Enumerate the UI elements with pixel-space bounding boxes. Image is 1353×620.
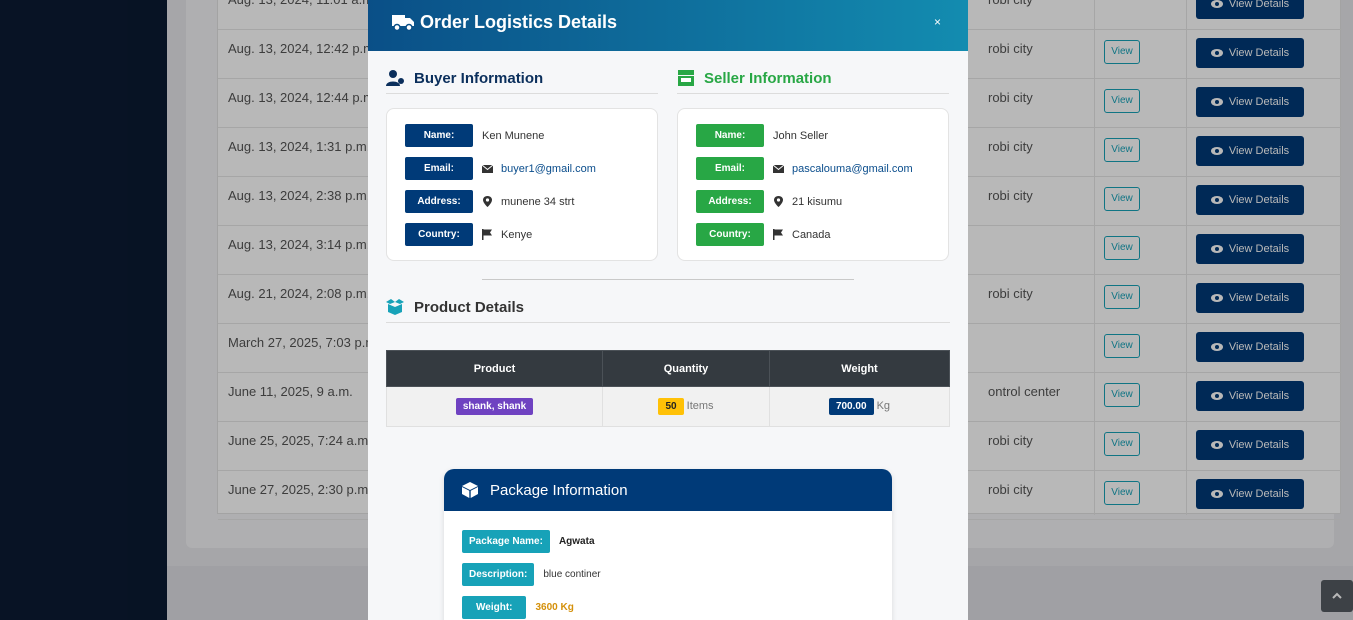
package-card: Package Information Package Name: Agwata… [444,469,892,620]
buyer-name: Ken Munene [482,129,545,142]
seller-heading-rule [677,93,949,94]
buyer-country: Kenye [501,228,533,241]
buyer-name-label: Name: [405,124,473,147]
package-description-row: Description: blue continer [462,563,601,586]
seller-country: Canada [792,228,831,241]
product-heading-rule [386,322,950,323]
buyer-country-row: Country: Kenye [405,223,532,246]
col-product: Product [386,350,603,387]
buyer-country-label: Country: [405,223,473,246]
product-name-badge: shank, shank [455,398,534,415]
modal-title: Order Logistics Details [420,12,618,32]
boxes-icon [386,299,404,315]
buyer-address-label: Address: [405,190,473,213]
box-icon [462,482,478,498]
envelope-icon [482,164,493,173]
close-button[interactable]: × [934,15,941,29]
buyer-email-label: Email: [405,157,473,180]
weight-badge: 700.00 [828,398,874,415]
seller-name: John Seller [773,129,829,142]
truck-icon [392,15,414,31]
seller-address-row: Address: 21 kisumu [696,190,842,213]
quantity-unit: Items [686,400,714,412]
map-marker-icon [774,196,783,207]
buyer-card: Name: Ken Munene Email: buyer1@gmail.com… [386,108,658,261]
seller-email-row: Email: pascalouma@gmail.com [696,157,913,180]
seller-email-label: Email: [696,157,764,180]
package-weight: 3600 Kg [535,602,574,613]
package-header: Package Information [444,469,892,511]
seller-name-row: Name: John Seller [696,124,828,147]
buyer-address-row: Address: munene 34 strt [405,190,574,213]
buyer-heading: Buyer Information [414,70,544,87]
envelope-icon [773,164,784,173]
seller-address: 21 kisumu [792,195,843,208]
product-table-header: Product Quantity Weight [386,350,950,387]
user-icon [386,70,404,86]
package-weight-label: Weight: [462,596,527,619]
package-name-row: Package Name: Agwata [462,530,595,553]
seller-country-label: Country: [696,223,764,246]
buyer-heading-rule [386,93,658,94]
quantity-badge: 50 [658,398,684,415]
package-name: Agwata [558,536,595,547]
seller-name-label: Name: [696,124,764,147]
map-marker-icon [483,196,492,207]
seller-country-row: Country: Canada [696,223,831,246]
buyer-address: munene 34 strt [501,195,575,208]
flag-icon [773,229,783,240]
seller-email-link[interactable]: pascalouma@gmail.com [792,163,913,175]
buyer-email-row: Email: buyer1@gmail.com [405,157,596,180]
seller-card: Name: John Seller Email: pascalouma@gmai… [677,108,949,261]
modal-header: Order Logistics Details × [368,0,968,51]
package-heading: Package Information [490,481,628,499]
seller-heading: Seller Information [704,70,832,87]
package-name-label: Package Name: [462,530,550,553]
order-logistics-modal: Order Logistics Details × Buyer Informat… [368,0,968,620]
weight-unit: Kg [876,400,891,412]
package-description: blue continer [543,569,601,580]
col-weight: Weight [769,350,950,387]
buyer-name-row: Name: Ken Munene [405,124,544,147]
flag-icon [482,229,492,240]
seller-address-label: Address: [696,190,764,213]
package-weight-row: Weight: 3600 Kg [462,596,574,619]
table-row: shank, shank 50 Items 700.00 Kg [386,386,950,427]
section-divider [482,279,854,280]
buyer-email-link[interactable]: buyer1@gmail.com [501,163,596,175]
product-heading: Product Details [414,299,525,316]
product-table: Product Quantity Weight shank, shank 50 … [386,350,950,427]
col-quantity: Quantity [602,350,770,387]
package-description-label: Description: [462,563,535,586]
store-icon [678,70,694,86]
